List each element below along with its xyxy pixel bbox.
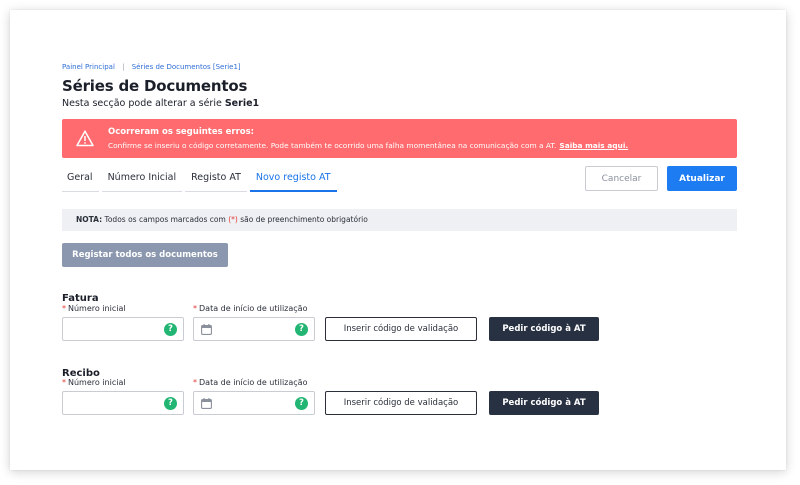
help-icon[interactable]: ? bbox=[295, 397, 308, 410]
number-label-fatura: * Número inicial bbox=[62, 304, 126, 313]
date-input-recibo[interactable] bbox=[216, 394, 286, 416]
tab-novo-registo-at[interactable]: Novo registo AT bbox=[249, 170, 337, 192]
required-fields-note: NOTA: Todos os campos marcados com (*) s… bbox=[62, 209, 737, 231]
calendar-icon bbox=[201, 398, 212, 409]
date-input-fatura[interactable] bbox=[216, 320, 286, 342]
date-field-recibo[interactable]: ? bbox=[193, 391, 315, 416]
series-name: Serie1 bbox=[224, 98, 260, 109]
calendar-icon bbox=[201, 324, 212, 335]
number-field-fatura[interactable]: ? bbox=[62, 317, 184, 342]
number-field-recibo[interactable]: ? bbox=[62, 391, 184, 416]
breadcrumb: Painel Principal | Séries de Documentos … bbox=[62, 63, 241, 71]
section-title-fatura: Fatura bbox=[62, 293, 99, 304]
date-label-recibo: * Data de início de utilização bbox=[193, 378, 308, 387]
alert-message-text: Confirme se inseriu o código corretament… bbox=[108, 141, 557, 150]
request-at-code-button-fatura[interactable]: Pedir código à AT bbox=[489, 317, 599, 341]
cancel-button[interactable]: Cancelar bbox=[585, 166, 658, 191]
alert-message: Confirme se inseriu o código corretament… bbox=[108, 141, 628, 150]
breadcrumb-current-link[interactable]: Séries de Documentos [Serie1] bbox=[132, 63, 241, 71]
page-subtitle-text: Nesta secção pode alterar a série bbox=[62, 98, 222, 109]
update-button[interactable]: Atualizar bbox=[667, 166, 737, 191]
number-input-fatura[interactable] bbox=[69, 320, 159, 342]
note-text-after: são de preenchimento obrigatório bbox=[240, 215, 368, 224]
note-label: NOTA: bbox=[76, 215, 103, 224]
number-input-recibo[interactable] bbox=[69, 394, 159, 416]
tab-bar: Geral Número Inicial Registo AT Novo reg… bbox=[62, 170, 340, 192]
number-label-recibo: * Número inicial bbox=[62, 378, 126, 387]
tab-registo-at[interactable]: Registo AT bbox=[185, 170, 247, 192]
tab-geral[interactable]: Geral bbox=[62, 170, 99, 192]
help-icon[interactable]: ? bbox=[164, 397, 177, 410]
help-icon[interactable]: ? bbox=[164, 323, 177, 336]
content-area: Painel Principal | Séries de Documentos … bbox=[62, 10, 737, 470]
date-label-fatura: * Data de início de utilização bbox=[193, 304, 308, 313]
page-subtitle: Nesta secção pode alterar a série Serie1 bbox=[62, 98, 259, 109]
warning-triangle-icon bbox=[76, 130, 94, 147]
main-card: Painel Principal | Séries de Documentos … bbox=[10, 10, 786, 470]
tab-numero-inicial[interactable]: Número Inicial bbox=[101, 170, 183, 192]
help-icon[interactable]: ? bbox=[295, 323, 308, 336]
alert-learn-more-link[interactable]: Saiba mais aqui. bbox=[559, 141, 628, 150]
insert-validation-code-button-fatura[interactable]: Inserir código de validação bbox=[325, 317, 477, 341]
note-required-marker: (*) bbox=[228, 215, 238, 224]
register-all-documents-button[interactable]: Registar todos os documentos bbox=[62, 243, 228, 267]
request-at-code-button-recibo[interactable]: Pedir código à AT bbox=[489, 391, 599, 415]
error-alert: Ocorreram os seguintes erros: Confirme s… bbox=[62, 119, 737, 158]
breadcrumb-separator: | bbox=[122, 63, 125, 71]
insert-validation-code-button-recibo[interactable]: Inserir código de validação bbox=[325, 391, 477, 415]
alert-title: Ocorreram os seguintes erros: bbox=[108, 127, 255, 137]
page-title: Séries de Documentos bbox=[62, 77, 248, 95]
date-field-fatura[interactable]: ? bbox=[193, 317, 315, 342]
breadcrumb-home-link[interactable]: Painel Principal bbox=[62, 63, 115, 71]
note-text-before: Todos os campos marcados com bbox=[104, 215, 226, 224]
